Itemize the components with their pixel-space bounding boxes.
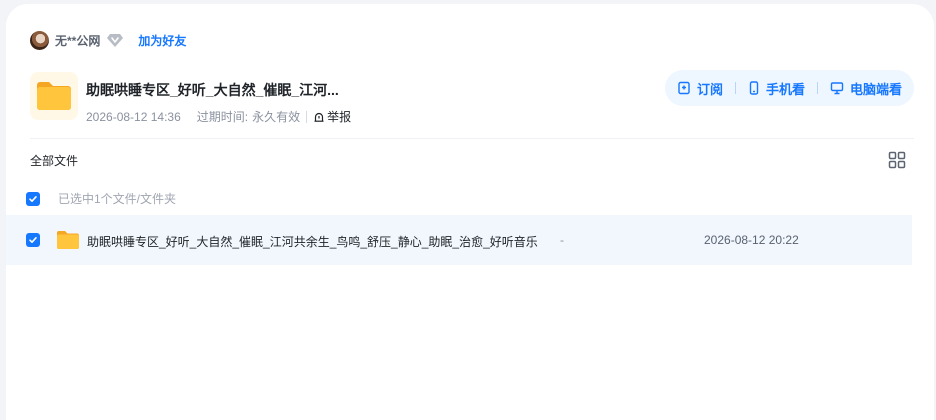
subscribe-icon xyxy=(678,81,690,95)
expire-label: 过期时间: xyxy=(196,110,249,124)
desktop-view-label: 电脑端看 xyxy=(849,81,902,97)
share-created-time: 2026-08-12 14:36 xyxy=(86,109,181,124)
share-title: 助眠哄睡专区_好听_大自然_催眠_江河... xyxy=(86,82,339,98)
avatar[interactable] xyxy=(30,30,49,50)
report-label: 举报 xyxy=(327,110,352,124)
select-all-row: 已选中1个文件/文件夹 xyxy=(26,190,176,207)
folder-icon xyxy=(57,231,79,249)
grid-view-icon[interactable] xyxy=(888,151,906,169)
alarm-icon xyxy=(314,112,324,122)
mobile-view-label: 手机看 xyxy=(765,81,805,97)
sharer-info: 无**公网 加为好友 xyxy=(30,30,186,50)
divider xyxy=(816,82,818,94)
divider xyxy=(306,110,308,123)
share-header: 助眠哄睡专区_好听_大自然_催眠_江河... 2026-08-12 14:36 … xyxy=(30,72,351,125)
file-checkbox[interactable] xyxy=(26,233,40,247)
folder-icon xyxy=(30,72,78,120)
check-icon xyxy=(29,195,37,202)
file-name[interactable]: 助眠哄睡专区_好听_大自然_催眠_江河共余生_鸟鸣_舒压_静心_助眠_治愈_好听… xyxy=(87,233,538,250)
check-icon xyxy=(29,237,37,243)
file-row[interactable]: 助眠哄睡专区_好听_大自然_催眠_江河共余生_鸟鸣_舒压_静心_助眠_治愈_好听… xyxy=(6,215,912,265)
file-size: - xyxy=(560,233,564,247)
select-all-checkbox[interactable] xyxy=(26,191,40,206)
report-link[interactable]: 举报 xyxy=(313,108,351,125)
share-meta: 2026-08-12 14:36 过期时间: 永久有效 举报 xyxy=(86,108,351,125)
subscribe-button[interactable]: 订阅 xyxy=(677,79,723,98)
divider xyxy=(734,82,736,94)
username: 无**公网 xyxy=(55,33,101,48)
add-friend-link[interactable]: 加为好友 xyxy=(138,32,186,49)
mobile-icon xyxy=(749,81,759,95)
selection-count: 已选中1个文件/文件夹 xyxy=(58,192,177,206)
diamond-badge-icon xyxy=(107,34,124,47)
subscribe-label: 订阅 xyxy=(696,81,723,97)
mobile-view-button[interactable]: 手机看 xyxy=(748,79,805,98)
divider xyxy=(30,138,914,139)
share-card: 无**公网 加为好友 助眠哄睡专区_好听_大自然_催眠_江河... 2026-0… xyxy=(6,4,934,420)
share-actions: 订阅 手机看 电脑端看 xyxy=(664,70,914,106)
desktop-view-button[interactable]: 电脑端看 xyxy=(830,79,902,98)
expire-value: 永久有效 xyxy=(252,110,301,124)
file-date: 2026-08-12 20:22 xyxy=(704,233,799,247)
monitor-icon xyxy=(830,82,844,95)
breadcrumb-all-files[interactable]: 全部文件 xyxy=(30,152,78,169)
